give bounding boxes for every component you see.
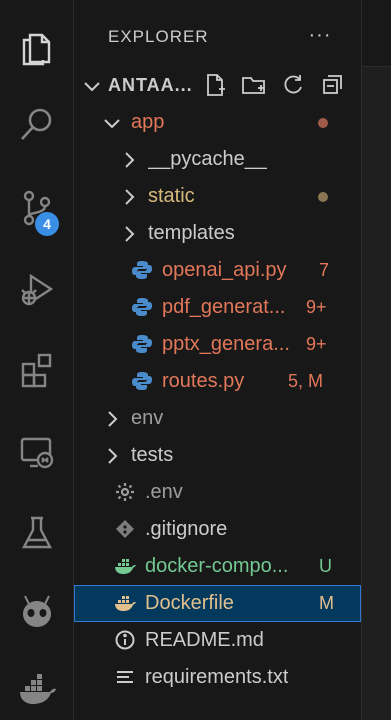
refresh-icon[interactable] bbox=[280, 72, 306, 98]
git-status-badge: M bbox=[319, 593, 334, 613]
tree-item-label: docker-compo... bbox=[145, 555, 289, 577]
tree-item-label: env bbox=[131, 407, 164, 429]
modified-dot-indicator bbox=[318, 118, 328, 128]
tree-folder[interactable]: static bbox=[74, 178, 361, 215]
tree-item-label: app bbox=[131, 111, 165, 133]
tree-file[interactable]: pdf_generat... 9+ bbox=[74, 289, 361, 326]
docker-file-icon bbox=[114, 555, 136, 577]
text-file-icon bbox=[114, 666, 136, 688]
docker-file-icon bbox=[114, 592, 136, 614]
tree-file[interactable]: Dockerfile M bbox=[74, 585, 361, 622]
activity-bar: 4 bbox=[0, 0, 74, 720]
tree-folder[interactable]: templates bbox=[74, 215, 361, 252]
chevron-right-icon bbox=[108, 410, 118, 427]
tree-item-label: static bbox=[148, 185, 195, 207]
chevron-right-icon bbox=[125, 188, 135, 205]
alien-icon[interactable] bbox=[0, 582, 73, 642]
tree-item-label: templates bbox=[148, 222, 235, 244]
extensions-icon[interactable] bbox=[0, 340, 73, 400]
modified-dot-indicator bbox=[318, 192, 328, 202]
python-file-icon bbox=[131, 296, 153, 318]
tree-file[interactable]: pptx_genera... 9+ bbox=[74, 326, 361, 363]
python-file-icon bbox=[131, 370, 153, 392]
run-debug-icon[interactable] bbox=[0, 260, 73, 320]
git-status-badge: 7 bbox=[319, 260, 330, 280]
tree-file[interactable]: requirements.txt bbox=[74, 659, 361, 696]
git-file-icon bbox=[114, 518, 136, 540]
tree-file[interactable]: README.md bbox=[74, 622, 361, 659]
chevron-down-icon bbox=[104, 118, 120, 128]
tree-item-label: README.md bbox=[145, 629, 264, 651]
chevron-down-icon bbox=[84, 81, 100, 91]
settings-file-icon bbox=[114, 481, 136, 503]
tree-file[interactable]: .gitignore bbox=[74, 511, 361, 548]
chevron-right-icon bbox=[125, 225, 135, 242]
git-status-badge: U bbox=[319, 556, 332, 576]
tree-folder[interactable]: env bbox=[74, 400, 361, 437]
chevron-right-icon bbox=[108, 447, 118, 464]
new-folder-icon[interactable] bbox=[241, 72, 267, 98]
search-icon[interactable] bbox=[0, 94, 73, 154]
git-status-badge: 9+ bbox=[306, 297, 327, 317]
python-file-icon bbox=[131, 333, 153, 355]
tree-item-label: .env bbox=[145, 481, 183, 503]
tree-folder[interactable]: app bbox=[74, 104, 361, 141]
tree-item-label: pdf_generat... bbox=[162, 296, 286, 318]
tree-item-label: tests bbox=[131, 444, 174, 466]
remote-explorer-icon[interactable] bbox=[0, 422, 73, 482]
python-file-icon bbox=[131, 259, 153, 281]
tree-item-label: routes.py bbox=[162, 370, 245, 392]
tree-item-label: .gitignore bbox=[145, 518, 228, 540]
tree-file[interactable]: .env bbox=[74, 474, 361, 511]
more-actions-icon[interactable]: ··· bbox=[307, 25, 333, 47]
tree-folder[interactable]: tests bbox=[74, 437, 361, 474]
git-status-badge: 5, M bbox=[288, 371, 324, 391]
git-status-badge: 9+ bbox=[306, 334, 327, 354]
explorer-sidebar: EXPLORER ··· ANTAA... app __pycache__stat… bbox=[74, 0, 361, 720]
tree-file[interactable]: openai_api.py 7 bbox=[74, 252, 361, 289]
editor-area bbox=[361, 0, 391, 720]
tree-file[interactable]: routes.py 5, M bbox=[74, 363, 361, 400]
workspace-folder-name: ANTAA... bbox=[108, 75, 193, 95]
tree-item-label: openai_api.py bbox=[162, 259, 287, 281]
tree-item-label: pptx_genera... bbox=[162, 333, 290, 355]
editor-tab-bar bbox=[362, 0, 391, 67]
source-control-badge: 4 bbox=[35, 212, 59, 236]
files-icon[interactable] bbox=[0, 16, 73, 76]
testing-icon[interactable] bbox=[0, 503, 73, 563]
collapse-all-icon[interactable] bbox=[320, 72, 346, 98]
tree-item-label: __pycache__ bbox=[148, 148, 267, 170]
new-file-icon[interactable] bbox=[202, 72, 228, 98]
docker-icon[interactable] bbox=[0, 660, 73, 720]
chevron-right-icon bbox=[125, 151, 135, 168]
explorer-title: EXPLORER bbox=[108, 27, 209, 46]
info-file-icon bbox=[114, 629, 136, 651]
tree-item-label: requirements.txt bbox=[145, 666, 289, 688]
tree-file[interactable]: docker-compo... U bbox=[74, 548, 361, 585]
tree-folder[interactable]: __pycache__ bbox=[74, 141, 361, 178]
tree-item-label: Dockerfile bbox=[145, 592, 234, 614]
